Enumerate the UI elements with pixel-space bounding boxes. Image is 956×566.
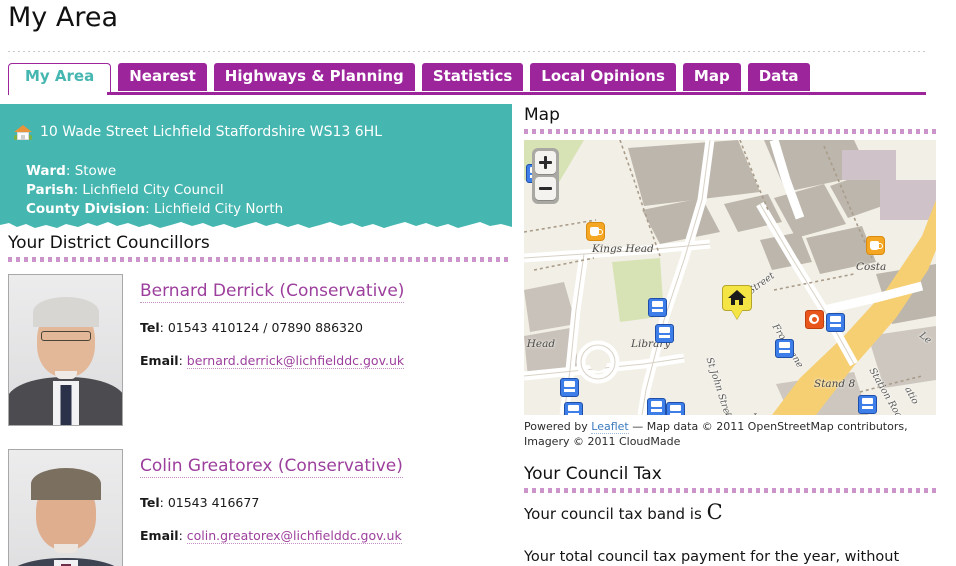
map-canvas[interactable]: Kings Head Library Costa Stand 8 Frog La… <box>524 140 936 415</box>
councillor-item: Bernard Derrick (Conservative) Tel: 0154… <box>0 274 512 426</box>
tab-local-opinions[interactable]: Local Opinions <box>530 63 676 91</box>
tab-statistics[interactable]: Statistics <box>421 63 524 91</box>
parish-label: Parish <box>26 182 74 198</box>
bus-stop-icon[interactable] <box>826 313 845 332</box>
tab-highways-planning[interactable]: Highways & Planning <box>213 63 415 91</box>
bus-stop-icon[interactable] <box>655 324 674 343</box>
councillor-email: Email: bernard.derrick@lichfielddc.gov.u… <box>140 353 405 369</box>
torn-edge-decoration <box>0 222 512 233</box>
tel-label: Tel <box>140 495 160 510</box>
councillor-item: Colin Greatorex (Conservative) Tel: 0154… <box>0 449 512 566</box>
left-column: 10 Wade Street Lichfield Staffordshire W… <box>0 104 512 566</box>
ward-value: Stowe <box>74 163 117 179</box>
councillor-info: Colin Greatorex (Conservative) Tel: 0154… <box>123 449 403 566</box>
bus-stop-icon[interactable] <box>775 339 794 358</box>
bus-stop-icon[interactable] <box>648 298 667 317</box>
councillor-email: Email: colin.greatorex@lichfielddc.gov.u… <box>140 528 402 544</box>
council-tax-dot-rule <box>524 488 936 493</box>
councillor-photo <box>8 449 123 566</box>
tab-active-mask <box>9 92 107 95</box>
councillor-name-link[interactable]: Bernard Derrick (Conservative) <box>140 280 405 303</box>
tab-my-area[interactable]: My Area <box>8 63 112 92</box>
address-line: 10 Wade Street Lichfield Staffordshire W… <box>14 122 512 142</box>
councillor-tel: Tel: 01543 410124 / 07890 886320 <box>140 320 363 335</box>
cafe-icon[interactable] <box>866 236 885 255</box>
parish-row: Parish: Lichfield City Council <box>26 182 224 198</box>
county-division-row: County Division: Lichfield City North <box>26 201 284 217</box>
pub-icon[interactable] <box>586 222 605 241</box>
councillor-photo <box>8 274 123 426</box>
address-meta: Ward: Stowe Parish: Lichfield City Counc… <box>26 162 512 219</box>
council-tax-total: Your total council tax payment for the y… <box>524 547 922 566</box>
council-tax-heading: Your Council Tax <box>524 464 662 484</box>
councillors-heading: Your District Councillors <box>8 233 210 253</box>
councillors-dot-rule <box>8 257 512 262</box>
header-divider <box>8 51 926 52</box>
councillor-info: Bernard Derrick (Conservative) Tel: 0154… <box>123 274 405 426</box>
county-division-value: Lichfield City North <box>154 201 284 217</box>
map-attribution: Powered by Leaflet — Map data © 2011 Ope… <box>524 419 924 449</box>
map-dot-rule <box>524 129 936 134</box>
councillor-name-link[interactable]: Colin Greatorex (Conservative) <box>140 455 403 478</box>
council-tax-band: Your council tax band is C <box>524 501 936 525</box>
attribution-prefix: Powered by <box>524 420 592 433</box>
email-link[interactable]: colin.greatorex@lichfielddc.gov.uk <box>186 528 402 544</box>
home-pin-marker[interactable] <box>722 285 752 319</box>
leaflet-link[interactable]: Leaflet <box>591 420 629 434</box>
zoom-out-button[interactable] <box>535 177 556 200</box>
map-label: Kings Head <box>592 243 654 255</box>
page-title: My Area <box>8 2 118 33</box>
map-zoom-controls <box>532 148 559 204</box>
bus-stop-icon[interactable] <box>564 402 583 415</box>
tel-value: 01543 410124 / 07890 886320 <box>167 320 363 335</box>
right-column: Map Kings Head Library Costa Stand 8 Hea… <box>524 104 936 566</box>
zoom-in-button[interactable] <box>535 151 556 174</box>
address-text: 10 Wade Street Lichfield Staffordshire W… <box>40 124 383 140</box>
total-line-1: Your total council tax payment for the y… <box>524 549 900 565</box>
house-icon <box>14 124 32 141</box>
tab-map[interactable]: Map <box>682 63 741 91</box>
email-label: Email <box>140 353 179 368</box>
parish-value: Lichfield City Council <box>82 182 224 198</box>
bus-stop-icon[interactable] <box>560 378 579 397</box>
bus-stop-icon[interactable] <box>647 398 666 415</box>
email-label: Email <box>140 528 179 543</box>
councillor-tel: Tel: 01543 416677 <box>140 495 260 510</box>
tab-nearest[interactable]: Nearest <box>118 63 207 91</box>
band-value: C <box>706 500 723 524</box>
tel-label: Tel <box>140 320 160 335</box>
map-label: s Head <box>524 338 556 350</box>
band-prefix: Your council tax band is <box>524 505 707 523</box>
ward-row: Ward: Stowe <box>26 163 117 179</box>
page-root: My Area My Area Nearest Highways & Plann… <box>0 0 956 566</box>
map-label: Stand 8 <box>814 378 856 390</box>
bus-stop-icon[interactable] <box>858 395 877 414</box>
tel-value: 01543 416677 <box>167 495 260 510</box>
address-panel: 10 Wade Street Lichfield Staffordshire W… <box>0 104 512 233</box>
tab-bar: My Area Nearest Highways & Planning Stat… <box>8 63 817 93</box>
tab-underline <box>8 92 926 95</box>
map-label: Costa <box>856 261 887 273</box>
bus-stop-icon[interactable] <box>666 402 685 415</box>
ward-label: Ward <box>26 163 66 179</box>
map-label: Frog Lane <box>724 412 779 415</box>
email-link[interactable]: bernard.derrick@lichfielddc.gov.uk <box>186 353 405 369</box>
tab-data[interactable]: Data <box>747 63 810 91</box>
attraction-icon[interactable] <box>805 310 824 329</box>
map-heading: Map <box>524 105 560 125</box>
county-division-label: County Division <box>26 201 146 217</box>
